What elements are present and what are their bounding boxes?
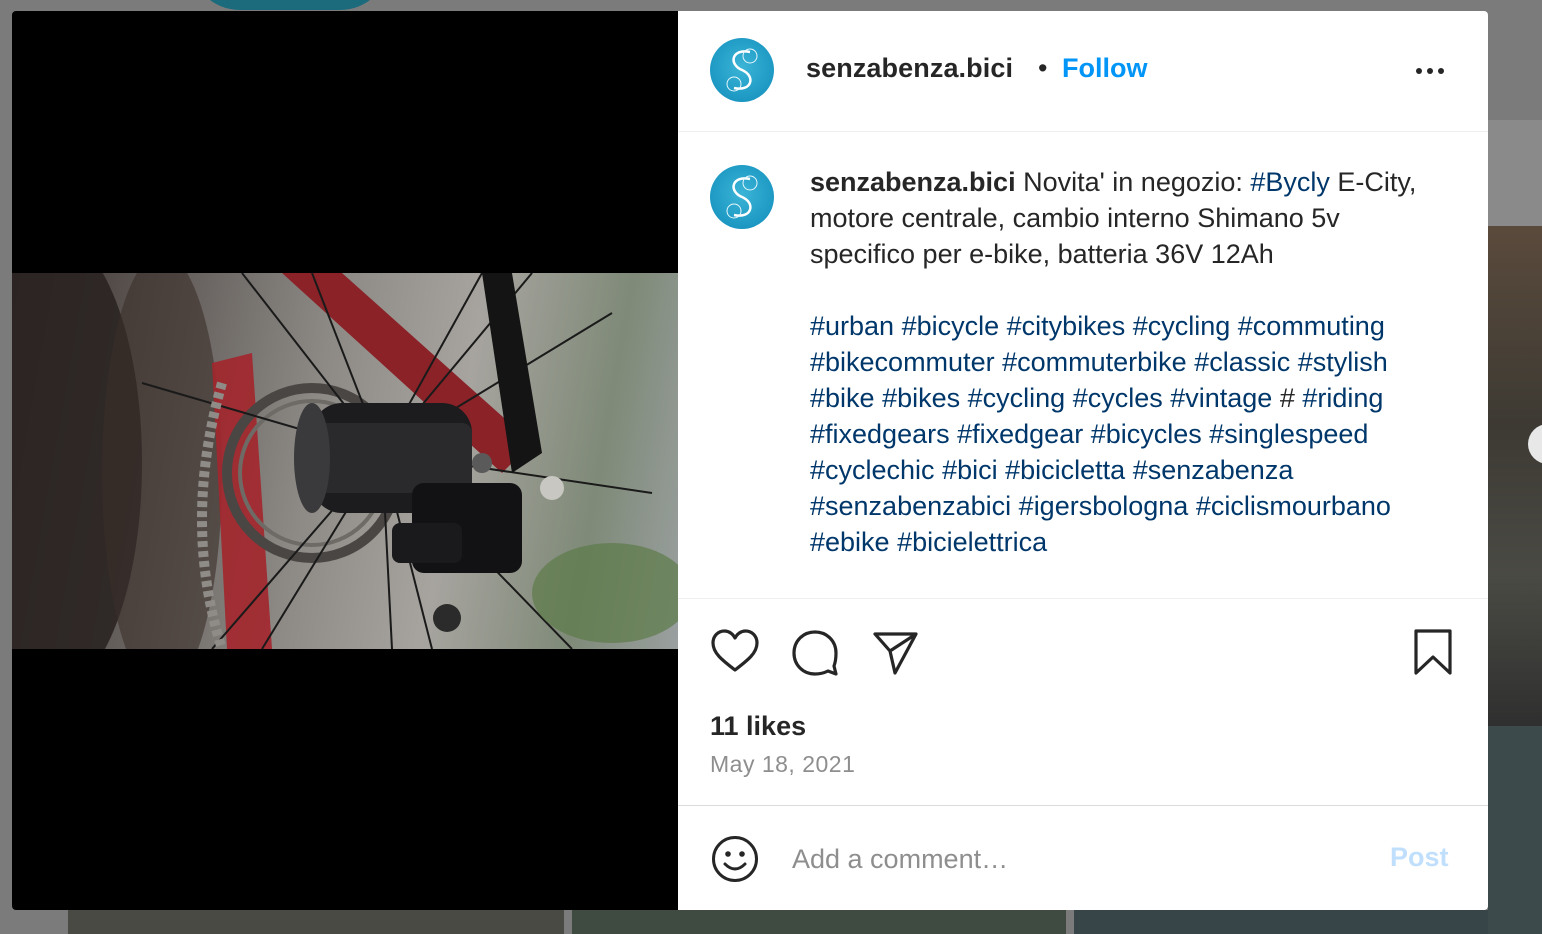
hashtag-link[interactable]: #cycling — [968, 383, 1066, 413]
background-thumbnail — [1074, 910, 1488, 934]
hashtag-link[interactable]: #bici — [942, 455, 998, 485]
hashtag-link[interactable]: #stylish — [1298, 347, 1388, 377]
background-thumbnail — [1488, 726, 1542, 934]
post-media — [12, 11, 678, 910]
brand-logo-icon — [726, 48, 758, 92]
post-actions: 11 likes May 18, 2021 — [678, 598, 1488, 806]
hashtag-link[interactable]: #fixedgears — [810, 419, 950, 449]
hashtag-link[interactable]: #fixedgear — [957, 419, 1083, 449]
emoji-icon[interactable] — [710, 834, 760, 884]
hashtag-link[interactable]: #Bycly — [1250, 167, 1330, 197]
hashtag-link[interactable]: #bicielettrica — [897, 527, 1047, 557]
background-thumbnail — [1488, 226, 1542, 726]
hashtag-link[interactable]: #igersbologna — [1019, 491, 1189, 521]
lone-hash: # — [1279, 383, 1295, 413]
hashtag-link[interactable]: #singlespeed — [1209, 419, 1368, 449]
hashtag-list: #urban #bicycle #citybikes #cycling #com… — [810, 308, 1430, 560]
hashtag-link[interactable]: #riding — [1302, 383, 1383, 413]
hashtag-link[interactable]: #bicycle — [902, 311, 1000, 341]
bookmark-icon[interactable] — [1408, 627, 1458, 677]
hashtag-link[interactable]: #ebike — [810, 527, 890, 557]
avatar[interactable] — [710, 38, 774, 102]
comment-icon[interactable] — [790, 627, 840, 677]
hashtag-link[interactable]: #vintage — [1170, 383, 1272, 413]
hashtag-link[interactable]: #senzabenzabici — [810, 491, 1011, 521]
post-details-panel: senzabenza.bici • Follow senzabenza.bici… — [678, 11, 1488, 910]
separator-dot: • — [1038, 53, 1048, 83]
hashtag-link[interactable]: #ciclismourbano — [1196, 491, 1391, 521]
post-photo[interactable] — [12, 273, 678, 649]
background-thumbnail — [1488, 120, 1542, 226]
hashtag-link[interactable]: #senzabenza — [1133, 455, 1294, 485]
hashtag-link[interactable]: #bicicletta — [1005, 455, 1125, 485]
hashtag-link[interactable]: #bicycles — [1091, 419, 1202, 449]
hashtag-link[interactable]: #bike — [810, 383, 875, 413]
more-options-icon[interactable] — [1408, 53, 1452, 89]
background-thumbnail — [68, 910, 564, 934]
post-date[interactable]: May 18, 2021 — [710, 751, 855, 778]
comment-input[interactable] — [790, 836, 1354, 882]
hashtag-link[interactable]: #bikecommuter — [810, 347, 995, 377]
avatar[interactable] — [710, 165, 774, 229]
comment-bar: Post — [678, 805, 1488, 910]
hashtag-link[interactable]: #cyclechic — [810, 455, 935, 485]
hashtag-link[interactable]: #citybikes — [1007, 311, 1126, 341]
post-author-username[interactable]: senzabenza.bici — [806, 53, 1013, 84]
hashtag-link[interactable]: #commuterbike — [1002, 347, 1187, 377]
follow-button[interactable]: Follow — [1062, 53, 1147, 84]
post-modal: senzabenza.bici • Follow senzabenza.bici… — [12, 11, 1488, 910]
hashtag-link[interactable]: #cycling — [1133, 311, 1231, 341]
caption-text: Novita' in negozio: — [1023, 167, 1251, 197]
caption-username[interactable]: senzabenza.bici — [810, 167, 1016, 197]
send-icon[interactable] — [870, 627, 920, 677]
caption-area: senzabenza.bici Novita' in negozio: #Byc… — [678, 132, 1488, 598]
hashtag-link[interactable]: #cycles — [1073, 383, 1163, 413]
heart-icon[interactable] — [710, 627, 760, 677]
post-comment-button[interactable]: Post — [1390, 842, 1449, 873]
hashtag-link[interactable]: #classic — [1194, 347, 1290, 377]
hashtag-link[interactable]: #bikes — [882, 383, 960, 413]
bicycle-hub-photo — [12, 273, 678, 649]
brand-logo-icon — [726, 175, 758, 219]
background-thumbnail — [572, 910, 1066, 934]
post-caption: senzabenza.bici Novita' in negozio: #Byc… — [810, 164, 1430, 560]
hashtag-link[interactable]: #commuting — [1238, 311, 1385, 341]
post-header: senzabenza.bici • Follow — [678, 11, 1488, 132]
likes-count[interactable]: 11 likes — [710, 711, 806, 742]
hashtag-link[interactable]: #urban — [810, 311, 894, 341]
